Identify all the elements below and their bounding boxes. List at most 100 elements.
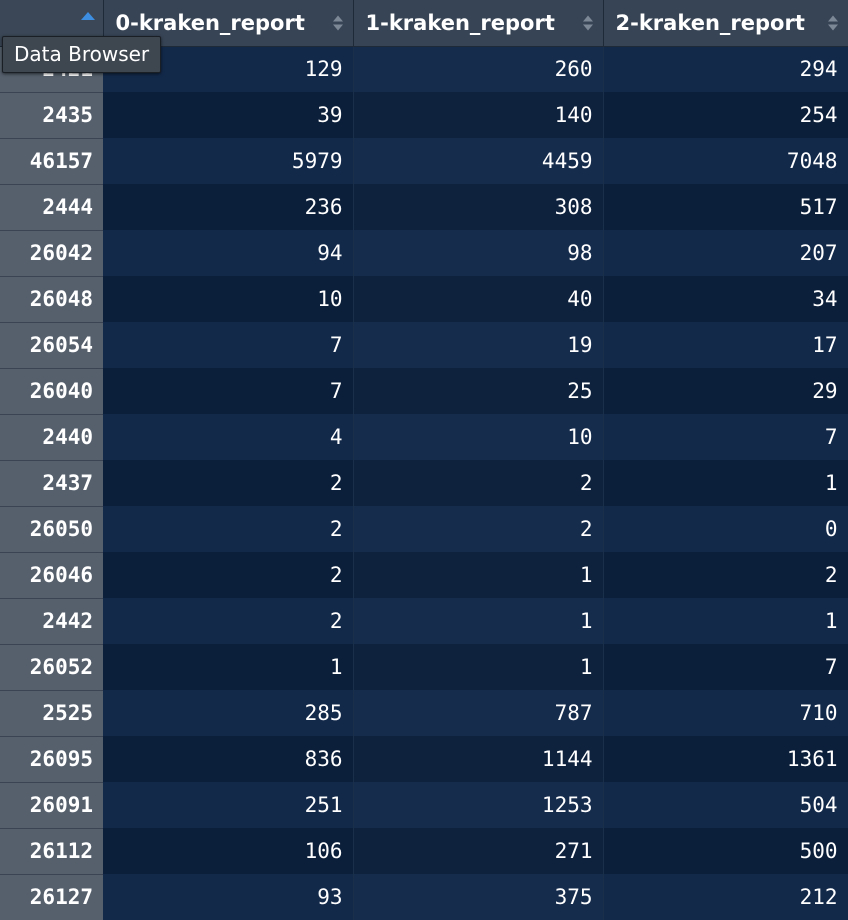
table-cell[interactable]: 29 xyxy=(603,368,848,414)
row-name-cell: 26042 xyxy=(0,230,103,277)
sort-ascending-icon xyxy=(80,12,95,20)
table-row[interactable]: 26052 1 1 7 xyxy=(0,644,848,691)
row-name-cell: 26091 xyxy=(0,782,103,829)
table-cell[interactable]: 517 xyxy=(603,184,848,230)
table-row[interactable]: 26095 836 1144 1361 xyxy=(0,736,848,783)
table-cell[interactable]: 308 xyxy=(353,184,604,230)
table-row[interactable]: 2444 236 308 517 xyxy=(0,184,848,231)
table-cell[interactable]: 93 xyxy=(103,874,354,920)
row-name-cell: 2435 xyxy=(0,92,103,139)
table-row[interactable]: 26048 10 40 34 xyxy=(0,276,848,323)
sort-both-icon xyxy=(332,15,343,31)
table-row[interactable]: 26127 93 375 212 xyxy=(0,874,848,920)
tooltip: Data Browser xyxy=(2,36,162,73)
row-name-cell: 26127 xyxy=(0,874,103,920)
row-name-cell: 2444 xyxy=(0,184,103,231)
table-cell[interactable]: 254 xyxy=(603,92,848,138)
table-cell[interactable]: 7 xyxy=(603,414,848,460)
column-header-label: 1-kraken_report xyxy=(365,10,555,35)
row-name-cell: 26048 xyxy=(0,276,103,323)
table-cell[interactable]: 2 xyxy=(103,506,354,552)
table-cell[interactable]: 207 xyxy=(603,230,848,276)
table-row[interactable]: 2440 4 10 7 xyxy=(0,414,848,461)
column-header[interactable]: 2-kraken_report xyxy=(603,0,848,47)
table-cell[interactable]: 710 xyxy=(603,690,848,736)
table-cell[interactable]: 98 xyxy=(353,230,604,276)
row-name-cell: 26052 xyxy=(0,644,103,691)
table-cell[interactable]: 19 xyxy=(353,322,604,368)
table-row[interactable]: 2437 2 2 1 xyxy=(0,460,848,507)
table-cell[interactable]: 140 xyxy=(353,92,604,138)
table-cell[interactable]: 2 xyxy=(103,598,354,644)
data-table: 0-kraken_report 1-kraken_report 2-kraken… xyxy=(0,0,848,920)
table-cell[interactable]: 1 xyxy=(353,598,604,644)
table-cell[interactable]: 4 xyxy=(103,414,354,460)
table-cell[interactable]: 7 xyxy=(603,644,848,690)
table-row[interactable]: 2435 39 140 254 xyxy=(0,92,848,139)
table-cell[interactable]: 25 xyxy=(353,368,604,414)
table-cell[interactable]: 40 xyxy=(353,276,604,322)
table-row[interactable]: 26042 94 98 207 xyxy=(0,230,848,277)
table-cell[interactable]: 236 xyxy=(103,184,354,230)
row-name-cell: 2525 xyxy=(0,690,103,737)
table-cell[interactable]: 1 xyxy=(603,598,848,644)
table-cell[interactable]: 1 xyxy=(103,644,354,690)
table-cell[interactable]: 7 xyxy=(103,322,354,368)
table-cell[interactable]: 34 xyxy=(603,276,848,322)
table-cell[interactable]: 2 xyxy=(353,506,604,552)
table-cell[interactable]: 271 xyxy=(353,828,604,874)
table-cell[interactable]: 2 xyxy=(103,552,354,598)
table-row[interactable]: 26040 7 25 29 xyxy=(0,368,848,415)
row-name-cell: 26112 xyxy=(0,828,103,875)
table-cell[interactable]: 7 xyxy=(103,368,354,414)
table-cell[interactable]: 39 xyxy=(103,92,354,138)
table-cell[interactable]: 260 xyxy=(353,46,604,92)
table-row[interactable]: 46157 5979 4459 7048 xyxy=(0,138,848,185)
table-cell[interactable]: 4459 xyxy=(353,138,604,184)
table-row[interactable]: 26091 251 1253 504 xyxy=(0,782,848,829)
table-cell[interactable]: 10 xyxy=(353,414,604,460)
table-cell[interactable]: 94 xyxy=(103,230,354,276)
table-cell[interactable]: 17 xyxy=(603,322,848,368)
table-cell[interactable]: 212 xyxy=(603,874,848,920)
column-header[interactable]: 1-kraken_report xyxy=(353,0,604,47)
row-name-cell: 26050 xyxy=(0,506,103,553)
table-cell[interactable]: 1 xyxy=(353,644,604,690)
table-cell[interactable]: 285 xyxy=(103,690,354,736)
data-grid: 0-kraken_report 1-kraken_report 2-kraken… xyxy=(0,0,848,920)
sort-both-icon xyxy=(827,15,838,31)
table-row[interactable]: 26054 7 19 17 xyxy=(0,322,848,369)
table-cell[interactable]: 2 xyxy=(103,460,354,506)
table-cell[interactable]: 106 xyxy=(103,828,354,874)
table-row[interactable]: 2525 285 787 710 xyxy=(0,690,848,737)
row-name-cell: 26095 xyxy=(0,736,103,783)
table-cell[interactable]: 2 xyxy=(353,460,604,506)
table-cell[interactable]: 1 xyxy=(603,460,848,506)
row-name-cell: 2442 xyxy=(0,598,103,645)
row-name-cell: 26040 xyxy=(0,368,103,415)
table-body: 2421129260294243539140254461575979445970… xyxy=(0,46,848,920)
table-cell[interactable]: 10 xyxy=(103,276,354,322)
table-cell[interactable]: 836 xyxy=(103,736,354,782)
table-cell[interactable]: 375 xyxy=(353,874,604,920)
table-cell[interactable]: 787 xyxy=(353,690,604,736)
table-cell[interactable]: 1253 xyxy=(353,782,604,828)
table-cell[interactable]: 1 xyxy=(353,552,604,598)
table-row[interactable]: 26050 2 2 0 xyxy=(0,506,848,553)
table-cell[interactable]: 500 xyxy=(603,828,848,874)
table-row[interactable]: 2442 2 1 1 xyxy=(0,598,848,645)
table-cell[interactable]: 1144 xyxy=(353,736,604,782)
column-header-label: 0-kraken_report xyxy=(115,10,305,35)
table-cell[interactable]: 5979 xyxy=(103,138,354,184)
table-row[interactable]: 26112 106 271 500 xyxy=(0,828,848,875)
table-cell[interactable]: 1361 xyxy=(603,736,848,782)
table-cell[interactable]: 7048 xyxy=(603,138,848,184)
column-header-label: 2-kraken_report xyxy=(615,10,805,35)
table-row[interactable]: 26046 2 1 2 xyxy=(0,552,848,599)
table-cell[interactable]: 251 xyxy=(103,782,354,828)
table-cell[interactable]: 0 xyxy=(603,506,848,552)
row-name-cell: 46157 xyxy=(0,138,103,185)
table-cell[interactable]: 2 xyxy=(603,552,848,598)
table-cell[interactable]: 504 xyxy=(603,782,848,828)
table-cell[interactable]: 294 xyxy=(603,46,848,92)
